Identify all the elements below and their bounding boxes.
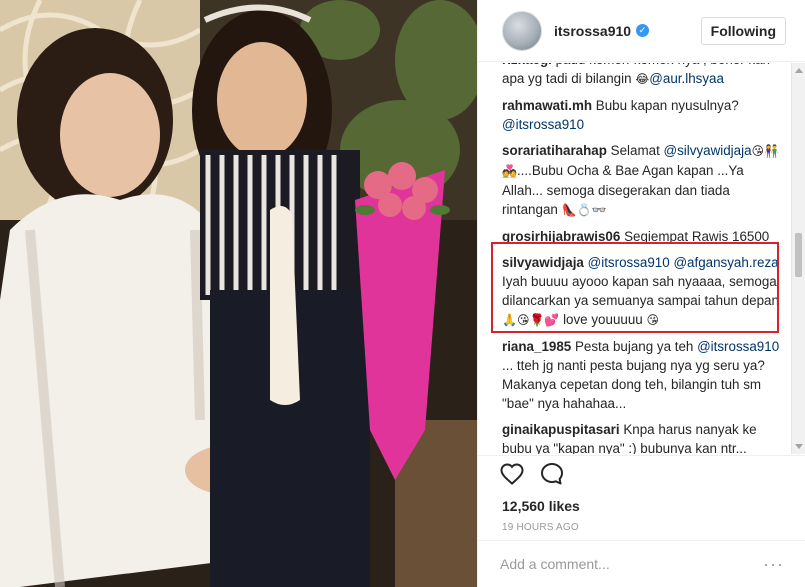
comment-item: sorariatiharahap Selamat @silvyawidjaja😘… [502,141,787,220]
comment-username[interactable]: silvyawidjaja [502,255,584,270]
comment-mention-link[interactable]: @itsrossa910 [502,117,584,132]
comment-emoji: 😘 [751,144,765,158]
more-options-icon[interactable]: ··· [763,554,784,575]
comment-emoji: 😂 [635,72,650,86]
comment-text: Bubu kapan nyusulnya? [595,98,739,113]
comment-username[interactable]: riana_1985 [502,339,571,354]
comment-text: ....Bubu Ocha & Bae Agan kapan ...Ya All… [502,163,744,217]
following-button[interactable]: Following [700,17,786,45]
comment-item: silvyawidjaja @itsrossa910 @afgansyah.re… [502,253,787,330]
add-comment-input[interactable] [500,556,740,572]
comment-emoji: 🙏😘🌹💕 [502,313,560,327]
comment-username[interactable]: sorariatiharahap [502,143,607,158]
comments-scrollbar[interactable] [791,63,805,454]
scrollbar-thumb[interactable] [795,233,802,277]
comment-username[interactable]: ginaikapuspitasari [502,422,620,437]
scroll-down-arrow-icon[interactable] [795,444,803,449]
comment-text: ... tteh jg nanti pesta bujang nya yg se… [502,358,765,411]
comment-text: Iyah buuuu ayooo kapan sah nyaaaa, semog… [502,274,779,308]
comment-mention-link[interactable]: @aur.lhsyaa [649,71,724,86]
comment-username[interactable]: rahmawati.mh [502,98,592,113]
comment-mention-link[interactable]: @itsrossa910 [588,255,670,270]
comment-username[interactable]: grosirhijabrawis06 [502,229,620,244]
photo-illustration [0,0,477,587]
scroll-up-arrow-icon[interactable] [795,68,803,73]
action-icons-row [500,456,805,496]
post-header: itsrossa910 ✓ Following [478,0,805,62]
comment-item: rizkaegi padu komen-komen nya , bener ka… [502,63,787,89]
heart-icon[interactable] [500,462,524,490]
comment-item: grosirhijabrawis06 Segiempat Rawis 16500 [502,227,787,246]
comment-item: ginaikapuspitasari Knpa harus nanyak ke … [502,420,787,454]
comment-item: rahmawati.mh Bubu kapan nyusulnya? @itsr… [502,96,787,134]
comment-text: love youuuuu [559,312,647,327]
comment-mention-link[interactable]: @itsrossa910 [697,339,779,354]
post-timestamp[interactable]: 19 HOURS AGO [502,522,805,533]
comment-text: Segiempat Rawis 16500 [624,229,770,244]
comment-mention-link[interactable]: @silvyawidjaja [664,143,752,158]
comment-item: riana_1985 Pesta bujang ya teh @itsrossa… [502,337,787,413]
post-actions: 12,560 likes 19 HOURS AGO [478,455,805,533]
comments-list[interactable]: rizkaegi padu komen-komen nya , bener ka… [478,63,793,454]
comment-text: Selamat [610,143,664,158]
profile-avatar[interactable] [502,10,542,51]
comment-text: Pesta bujang ya teh [574,339,698,354]
post-detail-panel: itsrossa910 ✓ Following rizkaegi padu ko… [477,0,805,587]
add-comment-bar: ··· [478,540,805,587]
post-photo[interactable] [0,0,477,587]
likes-count[interactable]: 12,560 likes [502,498,805,514]
comment-emoji: 😘 [646,313,659,327]
comment-bubble-icon[interactable] [540,462,564,491]
verified-badge-icon: ✓ [636,24,650,37]
comment-username[interactable]: rizkaegi [502,63,552,67]
comment-mention-link[interactable]: @afgansyah.reza [673,255,778,270]
post-username[interactable]: itsrossa910 [554,23,631,39]
comment-emoji: 👠💍👓 [561,203,607,217]
